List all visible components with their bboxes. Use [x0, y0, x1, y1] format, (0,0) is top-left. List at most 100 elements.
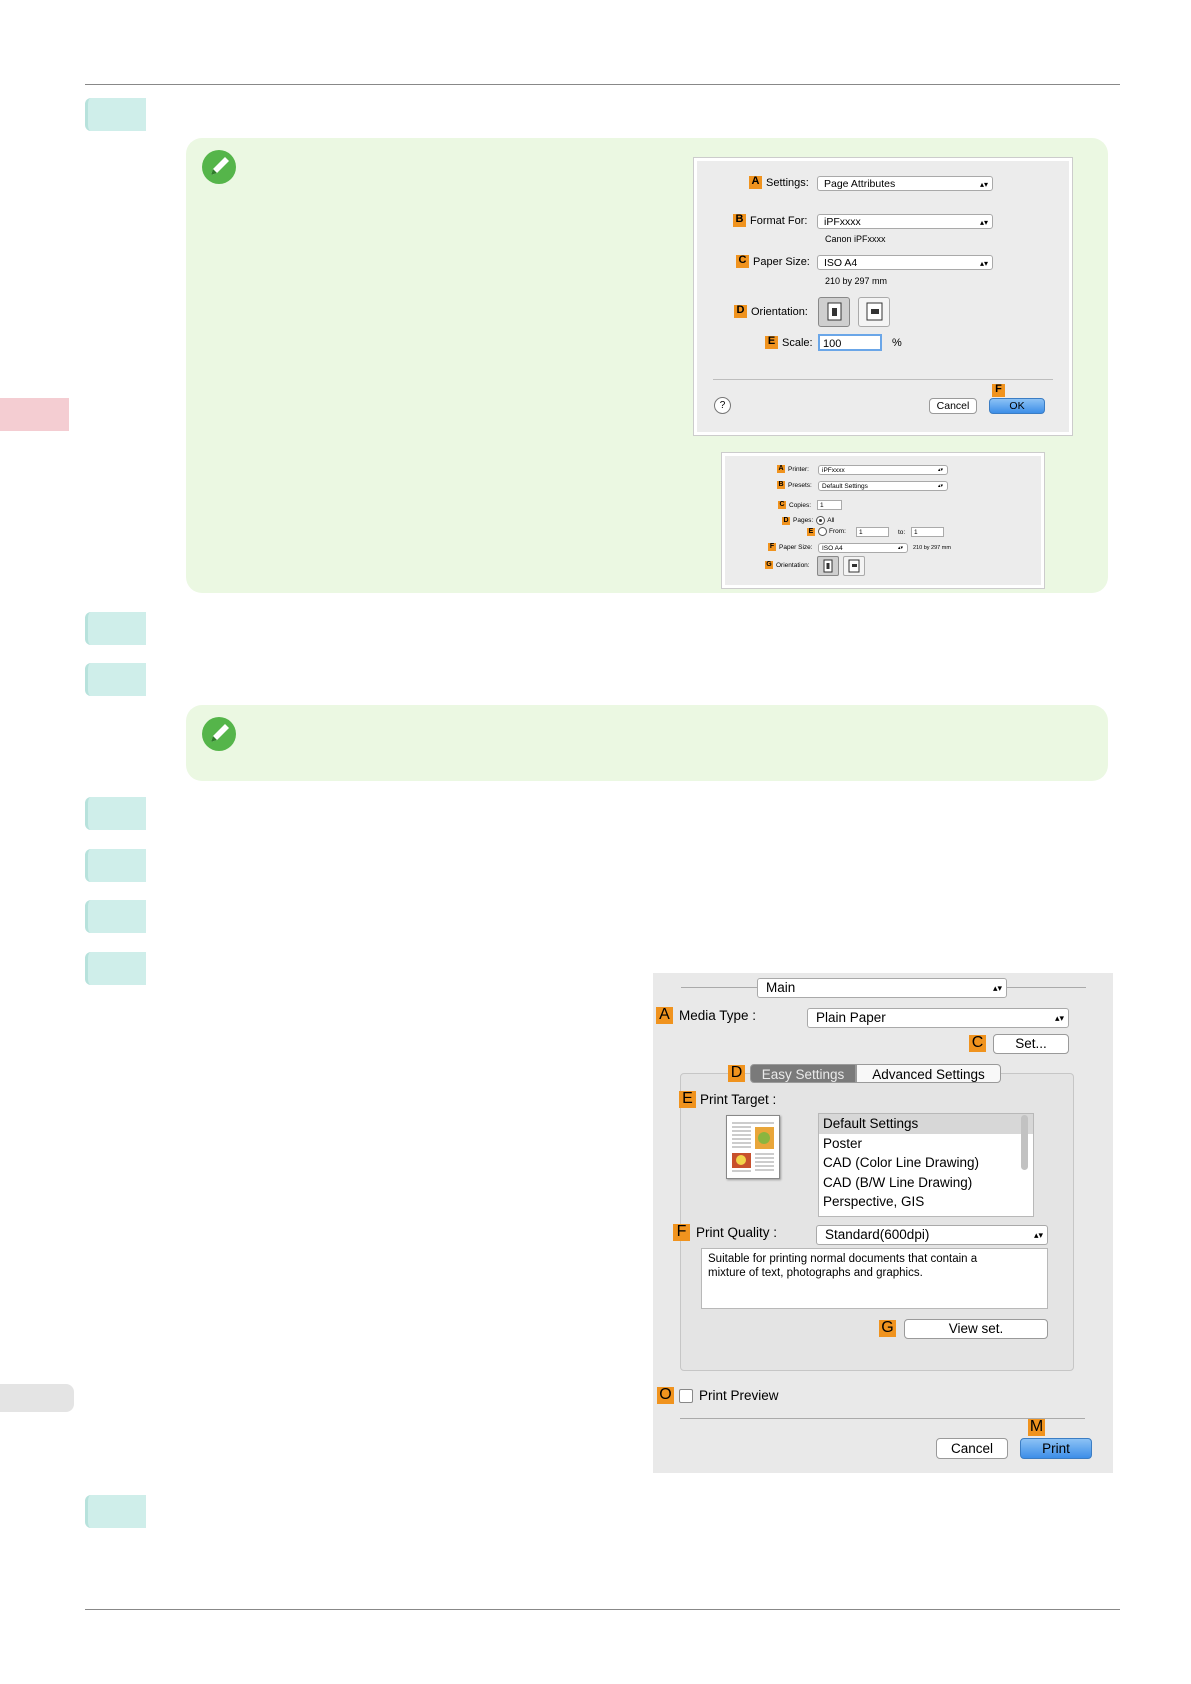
scale-unit: %	[892, 337, 902, 349]
view-set-button[interactable]: View set.	[904, 1319, 1048, 1339]
step-marker	[85, 849, 146, 882]
list-scrollbar[interactable]	[1021, 1115, 1028, 1170]
print-quality-value: Standard(600dpi)	[825, 1227, 930, 1242]
settings-value: Page Attributes	[824, 178, 896, 190]
updown-arrow-icon: ▴▾	[992, 983, 1002, 993]
landscape-icon	[866, 302, 883, 321]
portrait-button[interactable]	[818, 297, 850, 327]
media-type-value: Plain Paper	[816, 1010, 886, 1025]
scale-label: Scale:	[782, 336, 813, 349]
callout-a: A	[656, 1007, 673, 1024]
landscape-button[interactable]	[843, 556, 865, 576]
updown-arrow-icon: ▴▾	[937, 483, 943, 489]
format-select[interactable]: iPFxxxx ▴▾	[817, 214, 993, 229]
panel-select-value: Main	[766, 980, 796, 995]
format-label: Format For:	[750, 214, 808, 227]
callout-e: E	[679, 1091, 696, 1108]
copies-input[interactable]: 1	[817, 500, 842, 510]
callout-e: E	[807, 527, 815, 536]
print-button[interactable]: Print	[1020, 1438, 1092, 1459]
pages-all-label: All	[827, 517, 835, 524]
portrait-icon	[827, 302, 842, 321]
print-target-label: Print Target :	[700, 1092, 777, 1107]
callout-b: B	[733, 214, 746, 227]
orientation-label: Orientation:	[751, 305, 808, 318]
callout-e: E	[765, 336, 778, 349]
paper-size-select[interactable]: ISO A4 ▴▾	[817, 255, 993, 270]
media-type-label: Media Type :	[679, 1008, 757, 1023]
to-input[interactable]: 1	[911, 527, 944, 537]
presets-label: Presets:	[788, 481, 812, 489]
paper-size-subtext: 210 by 297 mm	[825, 276, 888, 286]
callout-a: A	[749, 176, 762, 189]
cancel-button[interactable]: Cancel	[936, 1438, 1008, 1459]
help-button[interactable]: ?	[714, 397, 731, 414]
print-quality-select[interactable]: Standard(600dpi) ▴▾	[816, 1225, 1048, 1245]
printer-value: iPFxxxx	[822, 467, 845, 474]
callout-g: G	[879, 1320, 896, 1337]
updown-arrow-icon: ▴▾	[979, 218, 988, 227]
callout-d: D	[734, 305, 747, 318]
callout-b: B	[777, 481, 785, 489]
updown-arrow-icon: ▴▾	[937, 467, 943, 473]
pages-label: Pages:	[793, 517, 814, 524]
panel-divider-left	[681, 987, 759, 988]
list-item[interactable]: CAD (Color Line Drawing)	[819, 1153, 1033, 1173]
page-setup-dialog: A Settings: Page Attributes ▴▾ B Format F…	[694, 158, 1072, 435]
to-label: to:	[898, 529, 906, 536]
print-dialog-main: Main ▴▾ A Media Type : Plain Paper ▴▾ C Se…	[653, 973, 1113, 1473]
paper-size-select[interactable]: ISO A4 ▴▾	[818, 543, 908, 553]
paper-size-label: Paper Size:	[753, 255, 810, 268]
list-item[interactable]: Poster	[819, 1134, 1033, 1154]
panel-divider-right	[1006, 987, 1086, 988]
paper-size-value: ISO A4	[824, 257, 858, 269]
print-preview-checkbox[interactable]	[679, 1388, 693, 1403]
callout-g: G	[765, 561, 773, 569]
panel-select[interactable]: Main ▴▾	[757, 978, 1007, 998]
portrait-button[interactable]	[817, 556, 839, 576]
pages-all-radio[interactable]	[816, 516, 826, 525]
landscape-button[interactable]	[858, 297, 890, 327]
quality-description: Suitable for printing normal documents t…	[701, 1248, 1048, 1309]
list-item[interactable]: CAD (B/W Line Drawing)	[819, 1173, 1033, 1193]
paper-size-value: ISO A4	[822, 545, 843, 552]
printer-label: Printer:	[788, 465, 809, 473]
settings-select[interactable]: Page Attributes ▴▾	[817, 176, 993, 191]
step-marker	[85, 900, 146, 933]
step-marker	[85, 1495, 146, 1528]
updown-arrow-icon: ▴▾	[979, 259, 988, 268]
list-item[interactable]: Default Settings	[819, 1114, 1033, 1134]
from-input[interactable]: 1	[856, 527, 889, 537]
print-quality-label: Print Quality :	[696, 1225, 778, 1240]
media-type-select[interactable]: Plain Paper ▴▾	[807, 1008, 1069, 1028]
print-dialog-small: A Printer: iPFxxxx ▴▾ B Presets: Default …	[722, 453, 1044, 588]
tab-advanced-settings[interactable]: Advanced Settings	[856, 1064, 1001, 1083]
note-box	[186, 705, 1108, 781]
list-item[interactable]: Perspective, GIS	[819, 1192, 1033, 1212]
tab-easy-settings[interactable]: Easy Settings	[750, 1064, 856, 1083]
callout-c: C	[778, 501, 786, 509]
presets-select[interactable]: Default Settings ▴▾	[818, 481, 948, 491]
top-rule	[85, 84, 1120, 85]
document-preview-icon	[732, 1122, 774, 1172]
cancel-button[interactable]: Cancel	[929, 398, 977, 414]
pages-from-radio[interactable]	[818, 527, 827, 536]
scale-input[interactable]: 100	[818, 334, 882, 351]
callout-c: C	[969, 1035, 986, 1052]
paper-size-label: Paper Size:	[779, 543, 813, 551]
ok-button[interactable]: OK	[989, 398, 1045, 414]
callout-a: A	[777, 465, 785, 473]
dialog-divider	[713, 379, 1053, 380]
callout-f: F	[768, 543, 776, 551]
bottom-rule	[85, 1609, 1120, 1610]
printer-select[interactable]: iPFxxxx ▴▾	[818, 465, 948, 475]
print-preview-label: Print Preview	[699, 1388, 779, 1403]
paper-size-subtext: 210 by 297 mm	[913, 545, 951, 551]
chapter-tab	[0, 398, 69, 431]
print-target-list[interactable]: Default Settings Poster CAD (Color Line …	[818, 1113, 1034, 1217]
presets-value: Default Settings	[822, 483, 868, 490]
pencil-icon	[202, 150, 236, 184]
copies-label: Copies:	[789, 501, 812, 509]
updown-arrow-icon: ▴▾	[1054, 1013, 1064, 1023]
set-button[interactable]: Set...	[993, 1034, 1069, 1054]
